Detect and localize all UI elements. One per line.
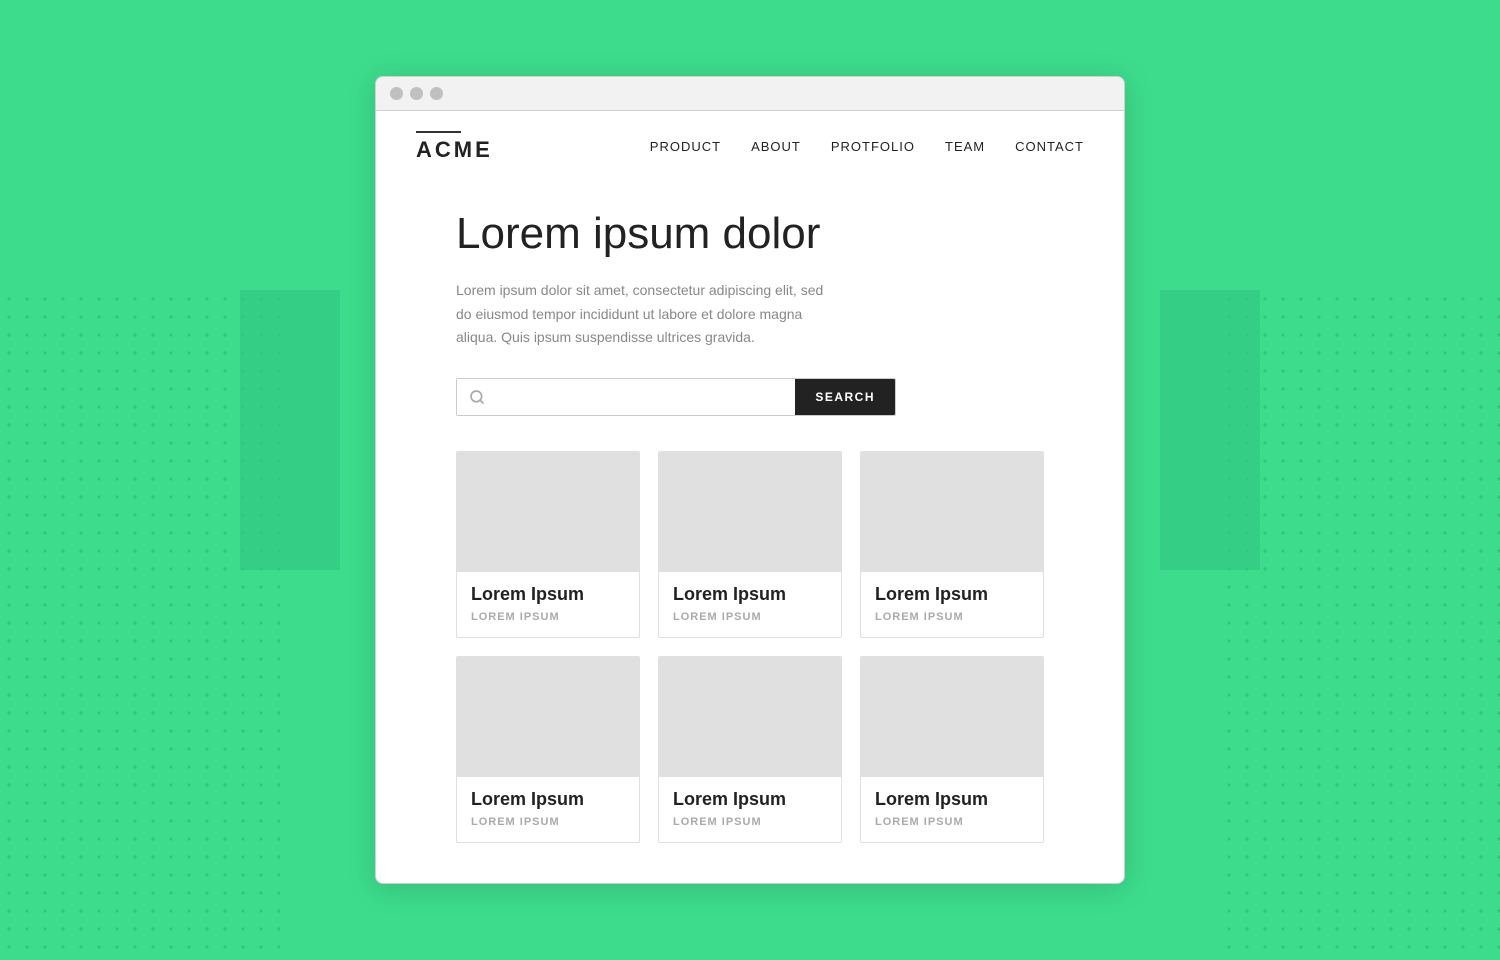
logo: ACME: [416, 131, 493, 163]
card-4-title: Lorem Ipsum: [471, 789, 625, 810]
side-accent-left: [240, 290, 340, 570]
nav-contact[interactable]: CONTACT: [1015, 139, 1084, 154]
hero-title: Lorem ipsum dolor: [456, 208, 1044, 261]
card-6-subtitle: LOREM IPSUM: [875, 816, 1029, 828]
card-3-body: Lorem Ipsum LOREM IPSUM: [861, 572, 1043, 637]
logo-text: ACME: [416, 137, 493, 163]
cards-grid: Lorem Ipsum LOREM IPSUM Lorem Ipsum LORE…: [456, 451, 1044, 843]
card-6: Lorem Ipsum LOREM IPSUM: [860, 656, 1044, 843]
browser-chrome: [376, 77, 1124, 111]
browser-dot-green: [430, 87, 443, 100]
nav-portfolio[interactable]: PROTFOLIO: [831, 139, 915, 154]
navbar: ACME PRODUCT ABOUT PROTFOLIO TEAM CONTAC…: [376, 111, 1124, 178]
nav-links: PRODUCT ABOUT PROTFOLIO TEAM CONTACT: [650, 139, 1084, 154]
card-6-body: Lorem Ipsum LOREM IPSUM: [861, 777, 1043, 842]
card-2-body: Lorem Ipsum LOREM IPSUM: [659, 572, 841, 637]
nav-team[interactable]: TEAM: [945, 139, 985, 154]
search-input[interactable]: [493, 379, 783, 415]
nav-product[interactable]: PRODUCT: [650, 139, 721, 154]
card-5-title: Lorem Ipsum: [673, 789, 827, 810]
side-accent-right: [1160, 290, 1260, 570]
card-2-title: Lorem Ipsum: [673, 584, 827, 605]
card-3-subtitle: LOREM IPSUM: [875, 611, 1029, 623]
card-1-title: Lorem Ipsum: [471, 584, 625, 605]
logo-line: [416, 131, 461, 133]
bg-dots-left: [0, 290, 280, 960]
search-bar: SEARCH: [456, 378, 896, 416]
card-1-body: Lorem Ipsum LOREM IPSUM: [457, 572, 639, 637]
card-6-image: [861, 657, 1043, 777]
search-icon: [469, 389, 485, 405]
card-3: Lorem Ipsum LOREM IPSUM: [860, 451, 1044, 638]
card-1-subtitle: LOREM IPSUM: [471, 611, 625, 623]
card-2-subtitle: LOREM IPSUM: [673, 611, 827, 623]
card-5-subtitle: LOREM IPSUM: [673, 816, 827, 828]
bg-dots-right: [1220, 290, 1500, 960]
browser-dot-yellow: [410, 87, 423, 100]
card-3-title: Lorem Ipsum: [875, 584, 1029, 605]
card-4-image: [457, 657, 639, 777]
card-3-image: [861, 452, 1043, 572]
card-4-subtitle: LOREM IPSUM: [471, 816, 625, 828]
search-button[interactable]: SEARCH: [795, 379, 895, 415]
card-5-body: Lorem Ipsum LOREM IPSUM: [659, 777, 841, 842]
card-4: Lorem Ipsum LOREM IPSUM: [456, 656, 640, 843]
card-2: Lorem Ipsum LOREM IPSUM: [658, 451, 842, 638]
search-input-wrap: [457, 379, 795, 415]
card-5-image: [659, 657, 841, 777]
card-5: Lorem Ipsum LOREM IPSUM: [658, 656, 842, 843]
card-1: Lorem Ipsum LOREM IPSUM: [456, 451, 640, 638]
card-4-body: Lorem Ipsum LOREM IPSUM: [457, 777, 639, 842]
main-content: Lorem ipsum dolor Lorem ipsum dolor sit …: [376, 178, 1124, 883]
card-1-image: [457, 452, 639, 572]
card-2-image: [659, 452, 841, 572]
card-6-title: Lorem Ipsum: [875, 789, 1029, 810]
hero-description: Lorem ipsum dolor sit amet, consectetur …: [456, 279, 826, 350]
browser-dot-red: [390, 87, 403, 100]
browser-window: ACME PRODUCT ABOUT PROTFOLIO TEAM CONTAC…: [375, 76, 1125, 884]
nav-about[interactable]: ABOUT: [751, 139, 801, 154]
